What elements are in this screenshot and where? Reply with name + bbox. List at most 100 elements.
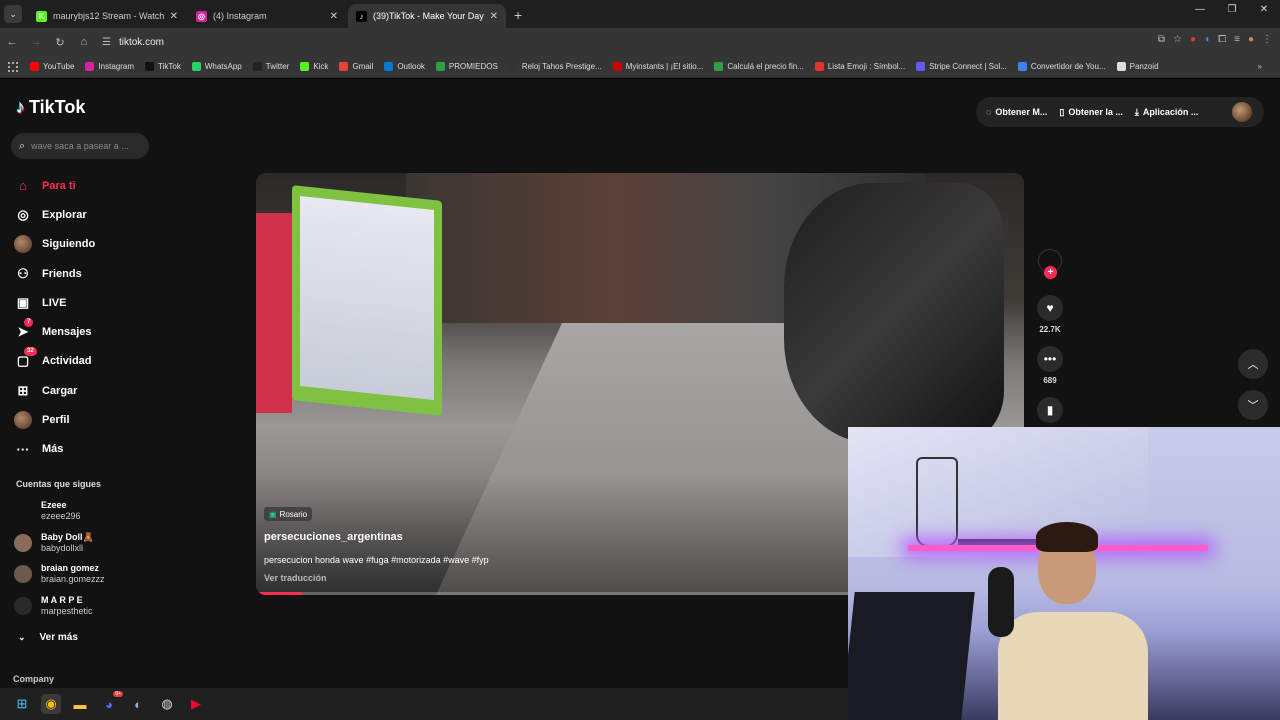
sidebar-item-siguiendo[interactable]: Siguiendo: [14, 230, 95, 259]
tab-title: (4) Instagram: [213, 11, 267, 21]
bookmark-item[interactable]: Lista Emoji : Símbol...: [814, 62, 905, 71]
back-icon[interactable]: ←: [0, 36, 24, 48]
ver-mas-button[interactable]: ⌄ Ver más: [18, 632, 78, 643]
reading-list-icon[interactable]: ≡: [1234, 34, 1240, 45]
chrome-icon[interactable]: ◉: [41, 694, 61, 714]
tab-close-icon[interactable]: ✕: [170, 11, 178, 22]
sidebar-item-perfil[interactable]: Perfil: [14, 405, 95, 434]
get-coins-button[interactable]: ◌ Obtener M...: [986, 107, 1047, 117]
cam-wall-drawing: [916, 457, 958, 547]
following-account[interactable]: braian gomez braian.gomezzz: [14, 563, 105, 585]
more-bookmarks-icon[interactable]: »: [1258, 62, 1262, 71]
browser-tab[interactable]: ◎ (4) Instagram ✕: [188, 4, 346, 28]
live-icon: ▣: [16, 294, 30, 310]
forward-icon[interactable]: →: [24, 36, 48, 48]
follow-plus-icon[interactable]: +: [1044, 266, 1057, 279]
windows-start-icon[interactable]: ⊞: [12, 694, 32, 714]
extensions-puzzle-icon[interactable]: ⧠: [1218, 34, 1226, 45]
save-button[interactable]: ▮: [1037, 397, 1063, 423]
search-input[interactable]: ⌕ wave saca a pasear a ...: [11, 133, 149, 159]
tab-close-icon[interactable]: ✕: [490, 11, 498, 22]
sidebar-item-para-ti[interactable]: ⌂ Para ti: [14, 171, 95, 200]
bookmark-label: Instagram: [98, 62, 135, 71]
chrome-menu-icon[interactable]: ⋮: [1262, 34, 1272, 45]
bookmark-item[interactable]: Outlook: [384, 62, 425, 71]
omnibox[interactable]: ☰ tiktok.com: [102, 37, 164, 48]
url-text[interactable]: tiktok.com: [119, 37, 164, 48]
bookmark-item[interactable]: Gmail: [339, 62, 373, 71]
sidebar-item-cargar[interactable]: ⊞ Cargar: [14, 376, 95, 405]
download-app-button[interactable]: ⤓ Aplicación ...: [1135, 107, 1199, 118]
steam-icon[interactable]: ◐: [128, 694, 148, 714]
tiktok-logo[interactable]: ♪ TikTok: [16, 97, 85, 118]
following-account[interactable]: M A R P Emarpesthetic: [14, 595, 93, 617]
discord-icon[interactable]: ◕ 9+: [99, 691, 123, 714]
tiktok-note-icon: ♪: [16, 97, 25, 117]
creator-avatar[interactable]: +: [1038, 249, 1062, 279]
sidebar-item-m-s[interactable]: ··· Más: [14, 435, 95, 464]
extension-wave-icon[interactable]: ◖: [1204, 34, 1210, 45]
upload-icon: ⊞: [17, 382, 29, 398]
browser-tab[interactable]: ♪ (39)TikTok - Make Your Day ✕: [348, 4, 506, 28]
sidebar-item-live[interactable]: ▣ LIVE: [14, 288, 95, 317]
bookmark-item[interactable]: Twitter: [252, 62, 289, 71]
following-account[interactable]: Ezeee ezeee296: [14, 500, 81, 522]
bookmark-item[interactable]: Instagram: [85, 62, 134, 71]
bookmark-item[interactable]: Convertidor de You...: [1017, 62, 1106, 71]
bookmark-item[interactable]: YouTube: [30, 62, 74, 71]
reload-icon[interactable]: ↻: [48, 36, 72, 49]
bookmark-item[interactable]: WhatsApp: [191, 62, 242, 71]
account-avatar: [14, 502, 32, 520]
bookmark-label: Outlook: [397, 62, 425, 71]
like-button[interactable]: ♥: [1037, 295, 1063, 321]
next-video-button[interactable]: ﹀: [1238, 390, 1268, 420]
user-avatar[interactable]: [1232, 102, 1252, 122]
bookmark-item[interactable]: Kick: [300, 62, 328, 71]
bookmark-favicon-icon: [508, 62, 518, 71]
maximize-button[interactable]: ❐: [1216, 4, 1248, 15]
bookmark-item[interactable]: Panzoid: [1116, 62, 1159, 71]
bookmark-favicon-icon: [916, 62, 926, 71]
translate-link[interactable]: Ver traducción: [264, 573, 327, 583]
file-explorer-icon[interactable]: ▬: [70, 694, 90, 714]
video-author[interactable]: persecuciones_argentinas: [264, 531, 403, 543]
bookmark-item[interactable]: PROMIEDOS: [435, 62, 498, 71]
obs-icon[interactable]: ◍: [157, 694, 177, 714]
get-app-button[interactable]: ▯ Obtener la ...: [1059, 107, 1122, 118]
following-account[interactable]: Baby Doll🧸 babydollxll: [14, 532, 94, 554]
previous-video-button[interactable]: ︿: [1238, 349, 1268, 379]
comment-button[interactable]: •••: [1037, 346, 1063, 372]
site-info-icon[interactable]: ☰: [102, 37, 111, 48]
top-button-label: Obtener la ...: [1068, 107, 1123, 117]
install-app-icon[interactable]: ⧉: [1158, 34, 1165, 45]
bookmark-item[interactable]: Reloj Tahos Prestige...: [508, 62, 602, 71]
bookmark-item[interactable]: Stripe Connect | Sol...: [916, 62, 1007, 71]
bookmark-item[interactable]: TikTok: [145, 62, 181, 71]
account-avatar: [14, 565, 32, 583]
new-tab-button[interactable]: +: [514, 7, 522, 23]
home-button-icon[interactable]: ⌂: [72, 36, 96, 48]
extension-red-icon[interactable]: ●: [1190, 34, 1196, 45]
bookmark-item[interactable]: Myinstants | ¡El sitio...: [612, 62, 703, 71]
sidebar-item-friends[interactable]: ⚇ Friends: [14, 259, 95, 288]
profile-icon[interactable]: ●: [1248, 34, 1254, 45]
close-window-button[interactable]: ✕: [1248, 4, 1280, 15]
address-bar-row: ← → ↻ ⌂ ☰ tiktok.com ⧉ ☆ ● ◖ ⧠ ≡ ● ⋮: [0, 28, 1280, 56]
apps-grid-icon[interactable]: [8, 61, 18, 72]
sidebar-item-mensajes[interactable]: ➤ 7 Mensajes: [14, 317, 95, 346]
minimize-button[interactable]: —: [1184, 4, 1216, 15]
sidebar-item-label: Mensajes: [42, 326, 92, 339]
location-tag[interactable]: ▣ Rosario: [264, 507, 313, 521]
tab-search-button[interactable]: ⌄: [4, 5, 22, 23]
bookmark-label: Calculá el precio fin...: [727, 62, 804, 71]
tab-close-icon[interactable]: ✕: [330, 11, 338, 22]
sidebar-item-actividad[interactable]: ▢ 32 Actividad: [14, 347, 95, 376]
browser-tab[interactable]: Kmaurybjs12 Stream - Watch Live ✕: [28, 4, 186, 28]
bookmark-item[interactable]: Calculá el precio fin...: [714, 62, 804, 71]
youtube-music-icon[interactable]: ▶: [186, 694, 206, 714]
heart-icon: ♥: [1046, 301, 1054, 315]
account-username: babydollxll: [41, 543, 84, 553]
account-name: braian gomez: [41, 563, 100, 573]
sidebar-item-explorar[interactable]: ◎ Explorar: [14, 200, 95, 229]
bookmark-star-icon[interactable]: ☆: [1173, 34, 1182, 45]
